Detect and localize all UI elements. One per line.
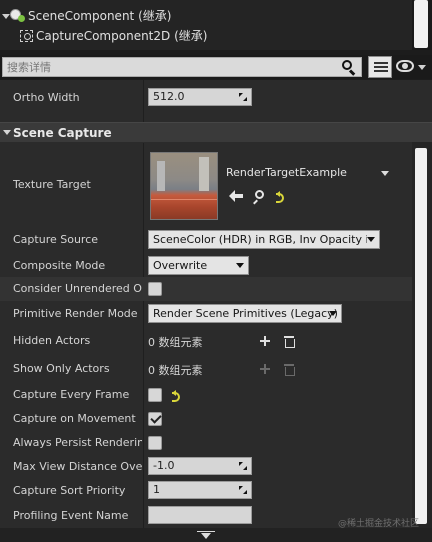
composite-mode-row: Composite Mode Overwrite [0, 256, 412, 276]
primitive-render-mode-dropdown[interactable]: Render Scene Primitives (Legacy) [148, 304, 342, 323]
scene-capture-section-header[interactable]: Scene Capture [0, 122, 432, 142]
property-label: Max View Distance Override [13, 460, 142, 473]
composite-mode-dropdown[interactable]: Overwrite [148, 256, 249, 275]
capture-sort-priority-field[interactable]: 1 [148, 481, 252, 499]
ortho-width-field[interactable]: 512.0 [148, 88, 252, 106]
chevron-down-icon [381, 171, 389, 176]
show-only-actors-row: Show Only Actors 0 数组元素 [0, 361, 412, 377]
field-value: -1.0 [153, 459, 175, 472]
details-scrollbar-thumb[interactable] [415, 148, 427, 524]
add-element-icon[interactable] [260, 336, 270, 346]
capture-every-frame-checkbox[interactable] [148, 388, 162, 402]
ortho-width-row: Ortho Width 512.0 [0, 88, 412, 108]
property-label: Capture Source [13, 233, 99, 246]
expand-advanced-line [197, 531, 215, 532]
property-label: Capture on Movement [13, 412, 136, 425]
advanced-expander-bar[interactable] [0, 528, 432, 542]
always-persist-row: Always Persist Rendering State [0, 435, 412, 451]
capture-source-dropdown[interactable]: SceneColor (HDR) in RGB, Inv Opacity in … [148, 230, 380, 249]
property-label: Capture Every Frame [13, 388, 130, 401]
property-label: Composite Mode [13, 259, 106, 272]
array-count: 0 数组元素 [148, 336, 203, 349]
chevron-down-icon [236, 263, 244, 268]
view-options-button[interactable] [368, 56, 392, 78]
capture-on-movement-checkbox[interactable] [148, 412, 162, 426]
expand-advanced-icon[interactable] [201, 533, 211, 539]
chevron-down-icon [367, 237, 375, 242]
property-label: Consider Unrendered Opacity [13, 282, 142, 295]
search-input[interactable] [2, 57, 362, 77]
field-value: 1 [153, 483, 160, 496]
visibility-eye-icon[interactable] [396, 60, 414, 72]
hidden-actors-row: Hidden Actors 0 数组元素 [0, 333, 412, 349]
asset-name: RenderTargetExample [226, 166, 347, 179]
array-count: 0 数组元素 [148, 364, 203, 377]
field-value: 512.0 [153, 90, 185, 103]
always-persist-checkbox[interactable] [148, 436, 162, 450]
property-label: Primitive Render Mode [13, 307, 138, 320]
browse-search-icon[interactable] [252, 190, 266, 205]
chevron-down-icon [329, 311, 337, 316]
max-view-distance-row: Max View Distance Override -1.0 [0, 457, 412, 477]
max-view-distance-field[interactable]: -1.0 [148, 457, 252, 475]
component-tree: SceneComponent (继承) CaptureComponent2D (… [0, 0, 412, 50]
chevron-down-icon[interactable] [418, 65, 426, 70]
delete-all-icon[interactable] [284, 364, 295, 376]
delete-all-icon[interactable] [284, 336, 295, 348]
primitive-render-mode-row: Primitive Render Mode Render Scene Primi… [0, 304, 412, 324]
capture-every-frame-row: Capture Every Frame [0, 387, 412, 403]
property-label: Ortho Width [13, 91, 80, 104]
use-selected-arrow-icon[interactable] [229, 190, 243, 202]
tree-item-capture-component[interactable]: CaptureComponent2D (继承) [0, 26, 400, 46]
property-label: Always Persist Rendering State [13, 436, 142, 449]
reset-to-default-icon[interactable] [172, 390, 182, 402]
consider-unrendered-checkbox[interactable] [148, 282, 162, 296]
collapse-arrow-icon[interactable] [3, 130, 11, 135]
tree-item-label: SceneComponent (继承) [28, 9, 172, 23]
dropdown-value: Overwrite [153, 259, 208, 272]
property-label: Texture Target [13, 178, 91, 191]
search-icon[interactable] [340, 59, 358, 76]
reset-to-default-icon[interactable] [276, 191, 286, 203]
capture-component-icon [20, 30, 33, 42]
drag-handle-icon[interactable] [239, 93, 247, 101]
scene-component-icon [10, 9, 26, 23]
property-label: Hidden Actors [13, 334, 91, 347]
tree-item-label: CaptureComponent2D (继承) [36, 29, 208, 43]
tree-item-scene-component[interactable]: SceneComponent (继承) [0, 6, 400, 26]
capture-source-row: Capture Source SceneColor (HDR) in RGB, … [0, 230, 412, 250]
capture-on-movement-row: Capture on Movement [0, 411, 412, 427]
drag-handle-icon[interactable] [239, 486, 247, 494]
profiling-event-name-field[interactable] [148, 506, 252, 524]
capture-sort-priority-row: Capture Sort Priority 1 [0, 481, 412, 501]
property-label: Capture Sort Priority [13, 484, 126, 497]
details-panel: Ortho Width 512.0 Scene Capture Texture … [0, 80, 432, 542]
property-label: Profiling Event Name [13, 509, 129, 522]
details-search-bar [0, 55, 432, 79]
asset-picker-dropdown[interactable]: RenderTargetExample [224, 164, 392, 182]
expand-arrow-icon[interactable] [2, 14, 10, 19]
drag-handle-icon[interactable] [239, 462, 247, 470]
consider-unrendered-row: Consider Unrendered Opacity [0, 281, 412, 297]
texture-thumbnail[interactable] [150, 152, 218, 220]
tree-scrollbar-thumb[interactable] [414, 0, 428, 48]
property-label: Show Only Actors [13, 362, 110, 375]
section-title: Scene Capture [13, 126, 112, 140]
dropdown-value: Render Scene Primitives (Legacy) [153, 307, 338, 320]
add-element-icon[interactable] [260, 364, 270, 374]
dropdown-value: SceneColor (HDR) in RGB, Inv Opacity in … [153, 233, 367, 246]
